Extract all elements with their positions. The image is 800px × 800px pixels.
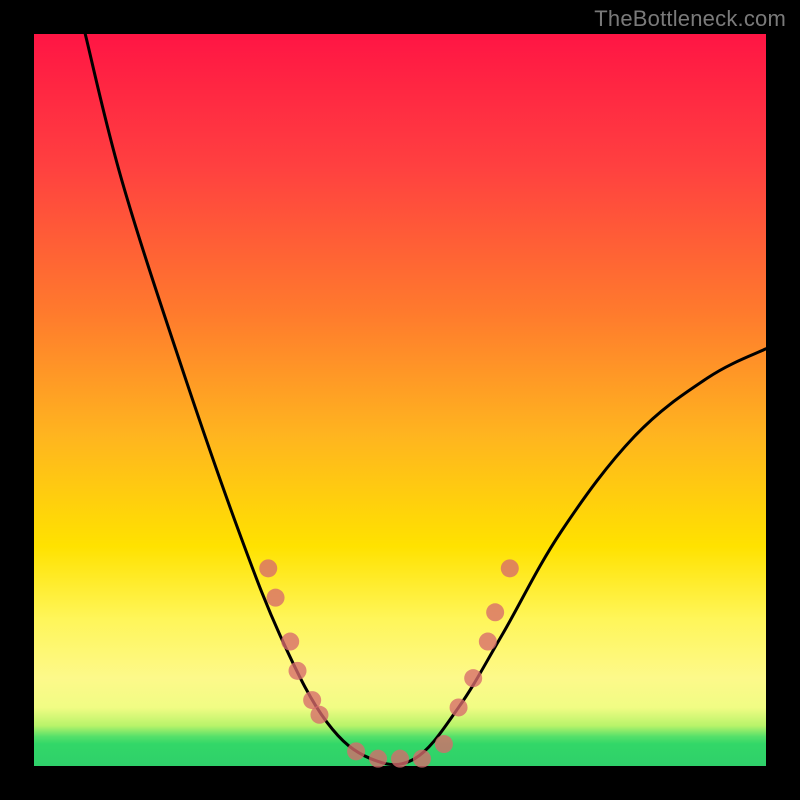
data-marker <box>259 559 277 577</box>
data-marker <box>347 742 365 760</box>
bottleneck-curve <box>85 34 766 765</box>
data-marker <box>281 633 299 651</box>
plot-area <box>34 34 766 766</box>
chart-frame: TheBottleneck.com <box>0 0 800 800</box>
data-marker <box>464 669 482 687</box>
data-marker <box>450 698 468 716</box>
data-marker <box>369 750 387 768</box>
data-marker <box>413 750 431 768</box>
chart-svg <box>34 34 766 766</box>
data-marker <box>391 750 409 768</box>
data-marker <box>479 633 497 651</box>
watermark-text: TheBottleneck.com <box>594 6 786 32</box>
data-marker <box>501 559 519 577</box>
data-marker <box>435 735 453 753</box>
data-marker <box>267 589 285 607</box>
data-markers <box>259 559 519 767</box>
data-marker <box>289 662 307 680</box>
data-marker <box>486 603 504 621</box>
data-marker <box>310 706 328 724</box>
